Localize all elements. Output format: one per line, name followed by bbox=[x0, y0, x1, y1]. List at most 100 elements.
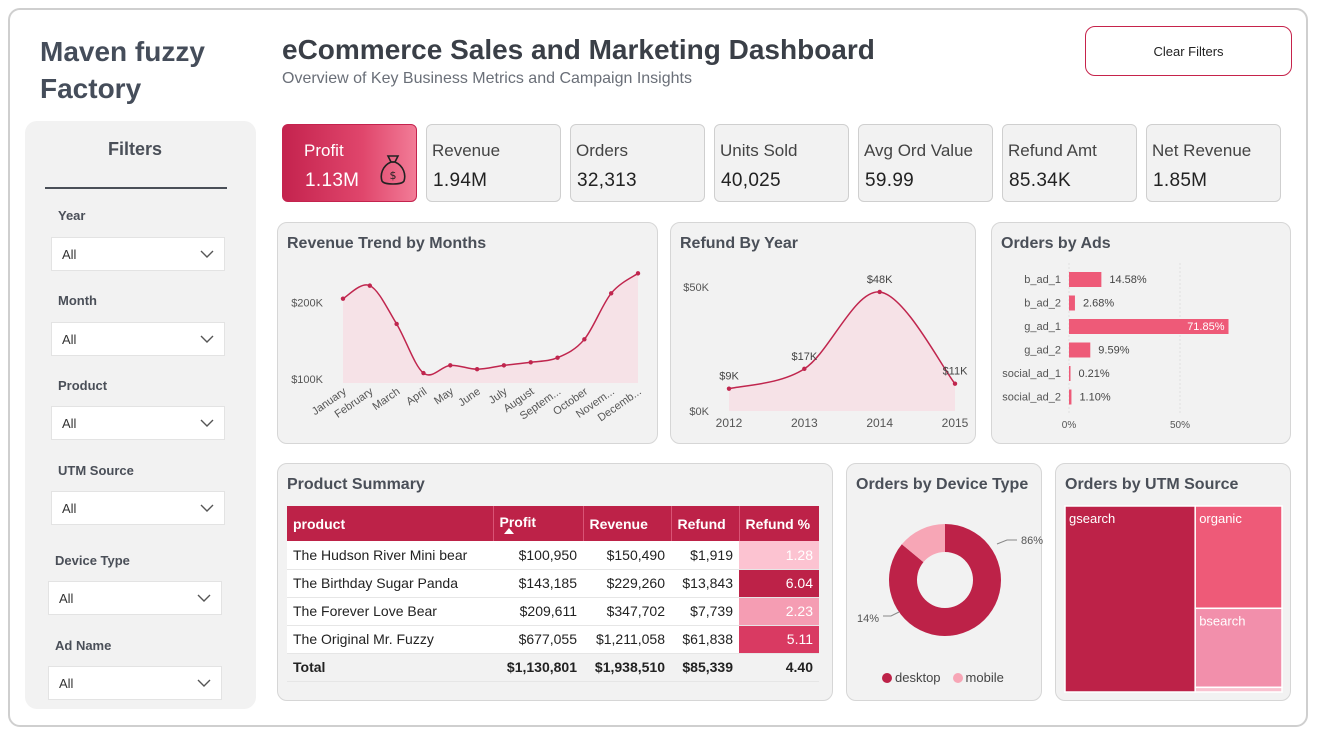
col-profit[interactable]: Profit bbox=[493, 506, 584, 541]
orders-by-utm-panel: Orders by UTM Source gsearch organic bsear… bbox=[1055, 463, 1291, 701]
chevron-down-icon bbox=[200, 504, 214, 512]
refund-point-3 bbox=[952, 381, 958, 386]
orders-by-ads-panel: Orders by Ads b_ad_1 14.58% b_ad_2 2.68% g_a… bbox=[991, 222, 1291, 444]
x-tick-label: June bbox=[456, 386, 482, 410]
cell-profit: $209,611 bbox=[493, 597, 583, 626]
revenue-point-3 bbox=[421, 370, 426, 376]
clear-filters-button[interactable]: Clear Filters bbox=[1085, 26, 1292, 76]
revenue-point-2 bbox=[394, 321, 399, 327]
cell-refund: $61,838 bbox=[671, 625, 739, 654]
cell-refund-pct: 5.11 bbox=[739, 625, 819, 654]
ad-data-label: 9.59% bbox=[1098, 345, 1129, 357]
filter-label-3: UTM Source bbox=[58, 463, 134, 478]
table-row[interactable]: The Forever Love Bear $209,611 $347,702 $7,… bbox=[287, 597, 819, 626]
cell-refund-pct: 1.28 bbox=[739, 541, 819, 570]
donut-label-mobile: 14% bbox=[857, 613, 879, 625]
kpi-card-units-sold: Units Sold 40,025 bbox=[714, 124, 849, 202]
ad-data-label: 14.58% bbox=[1109, 274, 1147, 286]
cell-refund-pct: 2.23 bbox=[739, 597, 819, 626]
cell-revenue: $229,260 bbox=[583, 569, 671, 598]
cell-total-revenue: $1,938,510 bbox=[583, 653, 671, 682]
filter-dropdown-year[interactable]: All bbox=[51, 237, 225, 271]
leader-line-desktop bbox=[996, 539, 1017, 545]
kpi-label: Profit bbox=[304, 141, 344, 160]
kpi-label: Net Revenue bbox=[1152, 141, 1252, 160]
x-tick-label: 2015 bbox=[942, 416, 969, 430]
kpi-label: Units Sold bbox=[720, 141, 798, 160]
x-tick-label: 0% bbox=[1062, 420, 1077, 431]
treemap-label-gsearch: gsearch bbox=[1069, 511, 1115, 526]
table-total-row: Total $1,130,801 $1,938,510 $85,339 4.40 bbox=[287, 653, 819, 682]
ad-bar-3 bbox=[1069, 342, 1091, 358]
ad-label: b_ad_2 bbox=[1024, 298, 1061, 310]
col-revenue[interactable]: Revenue bbox=[583, 506, 672, 541]
filter-dropdown-month[interactable]: All bbox=[51, 322, 225, 356]
kpi-value: 40,025 bbox=[721, 170, 781, 191]
filter-dropdown-ad-name[interactable]: All bbox=[48, 666, 222, 700]
table-row[interactable]: The Original Mr. Fuzzy $677,055 $1,211,058… bbox=[287, 625, 819, 654]
brand-line-1: Maven fuzzy bbox=[40, 36, 205, 67]
legend-label-mobile: mobile bbox=[965, 670, 1004, 685]
kpi-card-orders: Orders 32,313 bbox=[570, 124, 705, 202]
y-tick-label: $0K bbox=[689, 406, 709, 418]
kpi-card-net-revenue: Net Revenue 1.85M bbox=[1146, 124, 1281, 202]
revenue-point-6 bbox=[501, 363, 507, 368]
legend-label-desktop: desktop bbox=[895, 670, 941, 685]
donut-label-desktop: 86% bbox=[1021, 535, 1043, 547]
filter-label-0: Year bbox=[58, 208, 86, 223]
refund-data-label: $48K bbox=[867, 274, 893, 286]
col-refund[interactable]: Refund bbox=[671, 506, 740, 541]
filters-title: Filters bbox=[107, 139, 163, 159]
refund-area bbox=[729, 291, 955, 411]
x-tick-label: May bbox=[432, 385, 456, 407]
treemap-cell-gsearch bbox=[1064, 505, 1196, 693]
filter-dropdown-product[interactable]: All bbox=[51, 406, 225, 440]
ad-bar-4 bbox=[1069, 366, 1071, 381]
filter-label-2: Product bbox=[58, 378, 108, 393]
revenue-point-1 bbox=[367, 283, 373, 288]
product-summary-title: Product Summary bbox=[287, 476, 425, 493]
col-refund-pct[interactable]: Refund % bbox=[739, 506, 819, 541]
legend-item-desktop[interactable]: desktop bbox=[882, 670, 941, 685]
ad-bar-0 bbox=[1069, 272, 1102, 287]
ad-data-label: 2.68% bbox=[1083, 298, 1114, 310]
refund-data-label: $9K bbox=[719, 371, 739, 383]
table-row[interactable]: The Hudson River Mini bear $100,950 $150,4… bbox=[287, 541, 819, 570]
filter-value: All bbox=[62, 500, 77, 516]
cell-refund: $7,739 bbox=[671, 597, 739, 626]
orders-by-utm-chart: gsearch organic bsearch bbox=[1064, 505, 1283, 693]
y-tick-label: $100K bbox=[291, 374, 323, 386]
leader-line-mobile bbox=[883, 611, 900, 617]
revenue-point-5 bbox=[474, 367, 480, 372]
page-title: eCommerce Sales and Marketing Dashboard bbox=[282, 34, 875, 65]
x-tick-label: 2012 bbox=[716, 416, 743, 430]
money-bag-icon: $ bbox=[380, 155, 406, 185]
x-tick-label: March bbox=[370, 386, 402, 413]
ad-data-label: 1.10% bbox=[1079, 392, 1110, 404]
treemap-label-bsearch: bsearch bbox=[1199, 613, 1245, 628]
filter-dropdown-device-type[interactable]: All bbox=[48, 581, 222, 615]
device-legend: desktop mobile bbox=[882, 670, 1004, 685]
col-profit-label: Profit bbox=[499, 513, 537, 530]
cell-product: The Hudson River Mini bear bbox=[287, 541, 493, 570]
revenue-point-10 bbox=[608, 291, 614, 296]
table-row[interactable]: The Birthday Sugar Panda $143,185 $229,260… bbox=[287, 569, 819, 598]
orders-by-ads-chart: b_ad_1 14.58% b_ad_2 2.68% g_ad_1 71.85% g_ad_… bbox=[1002, 263, 1229, 431]
legend-item-mobile[interactable]: mobile bbox=[952, 670, 1004, 685]
ad-label: social_ad_2 bbox=[1002, 392, 1061, 404]
brand-line-2: Factory bbox=[40, 73, 142, 104]
chevron-down-icon bbox=[197, 679, 211, 687]
filter-dropdown-utm-source[interactable]: All bbox=[51, 491, 225, 525]
orders-by-device-chart: 86% 14% bbox=[857, 524, 1043, 636]
filter-value: All bbox=[59, 590, 74, 606]
revenue-trend-panel: Revenue Trend by Months $100K $200K Januar… bbox=[277, 222, 658, 444]
cell-profit: $677,055 bbox=[493, 625, 583, 654]
cell-refund: $13,843 bbox=[671, 569, 739, 598]
kpi-card-revenue: Revenue 1.94M bbox=[426, 124, 561, 202]
revenue-trend-chart: $100K$200KJanuaryFebruaryMarch April May Ju… bbox=[291, 271, 644, 424]
cell-revenue: $1,211,058 bbox=[583, 625, 671, 654]
x-tick-label: 2014 bbox=[866, 416, 893, 430]
cell-refund-pct: 6.04 bbox=[739, 569, 819, 598]
col-product[interactable]: product bbox=[287, 506, 494, 541]
kpi-card-profit: Profit 1.13M $ bbox=[282, 124, 417, 202]
